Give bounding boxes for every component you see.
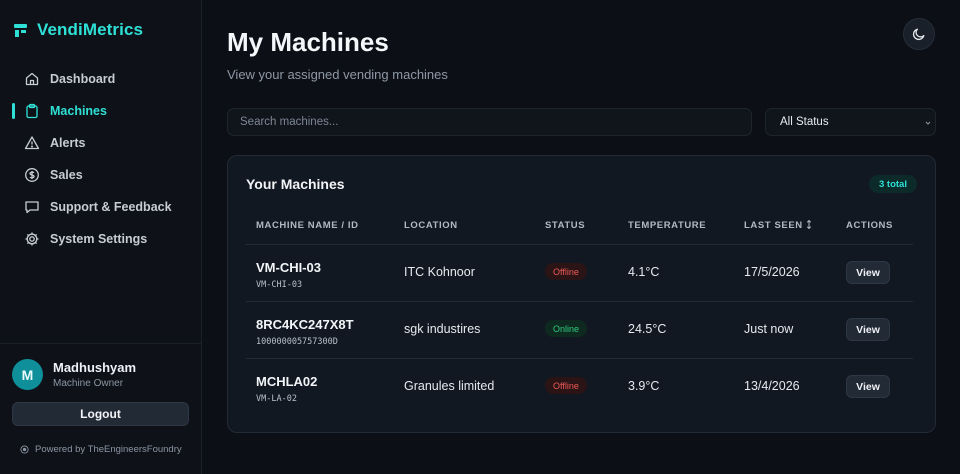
sidebar: VendiMetrics Dashboard Machines Alerts S… <box>0 0 202 474</box>
machine-name-cell: VM-CHI-03 VM-CHI-03 <box>256 260 321 290</box>
machine-name-cell: 8RC4KC247X8T 100000005757300D <box>256 317 354 347</box>
sidebar-item-label: Sales <box>50 168 83 182</box>
user-profile: M Madhushyam Machine Owner <box>12 359 136 390</box>
brand[interactable]: VendiMetrics <box>14 20 143 40</box>
machine-id: 100000005757300D <box>256 337 338 347</box>
message-icon <box>25 201 39 214</box>
machine-last-seen: 13/4/2026 <box>744 379 800 393</box>
total-badge: 3 total <box>869 175 917 193</box>
powered-by: Powered by TheEngineersFoundry <box>20 444 182 455</box>
machine-temperature: 24.5°C <box>628 322 667 336</box>
card-title: Your Machines <box>246 176 345 192</box>
machine-temperature: 3.9°C <box>628 379 660 393</box>
logout-button[interactable]: Logout <box>12 402 189 426</box>
sidebar-nav: Dashboard Machines Alerts Sales Support … <box>0 63 202 255</box>
user-role: Machine Owner <box>53 378 124 389</box>
gear-icon <box>25 232 39 246</box>
sidebar-item-dashboard[interactable]: Dashboard <box>0 63 202 95</box>
sidebar-item-label: Support & Feedback <box>50 200 172 214</box>
column-header-last-seen-label: LAST SEEN <box>744 220 803 231</box>
column-header-location[interactable]: LOCATION <box>404 220 458 231</box>
machine-last-seen: 17/5/2026 <box>744 265 800 279</box>
sidebar-item-system-settings[interactable]: System Settings <box>0 223 202 255</box>
machine-temperature: 4.1°C <box>628 265 660 279</box>
machine-id: VM-LA-02 <box>256 394 297 404</box>
table-row: MCHLA02 VM-LA-02 Granules limited Offlin… <box>228 359 937 415</box>
sidebar-item-alerts[interactable]: Alerts <box>0 127 202 159</box>
sidebar-item-support[interactable]: Support & Feedback <box>0 191 202 223</box>
sidebar-item-label: System Settings <box>50 232 148 246</box>
machine-id: VM-CHI-03 <box>256 280 303 290</box>
machine-name: MCHLA02 <box>256 374 318 389</box>
page-title: My Machines <box>227 27 389 57</box>
sidebar-item-label: Machines <box>50 104 107 118</box>
machine-last-seen: Just now <box>744 322 794 336</box>
table-row: VM-CHI-03 VM-CHI-03 ITC Kohnoor Offline … <box>228 245 937 301</box>
column-header-actions: ACTIONS <box>846 220 893 231</box>
sidebar-item-machines[interactable]: Machines <box>0 95 202 127</box>
table-row: 8RC4KC247X8T 100000005757300D sgk indust… <box>228 302 937 358</box>
search-input[interactable] <box>227 108 752 136</box>
view-button[interactable]: View <box>846 261 890 284</box>
machine-location: ITC Kohnoor <box>404 265 475 279</box>
powered-by-text: Powered by TheEngineersFoundry <box>35 444 182 455</box>
column-header-status[interactable]: STATUS <box>545 220 585 231</box>
brand-name: VendiMetrics <box>37 20 144 39</box>
theme-toggle-button[interactable] <box>903 18 935 50</box>
dollar-circle-icon <box>25 168 39 182</box>
status-badge: Offline <box>545 377 587 394</box>
status-badge: Offline <box>545 263 587 280</box>
sort-icon <box>806 220 811 229</box>
chevron-down-icon <box>925 121 931 125</box>
sidebar-item-label: Dashboard <box>50 72 116 86</box>
machine-name: 8RC4KC247X8T <box>256 317 354 332</box>
status-filter-value: All Status <box>780 116 829 128</box>
status-badge: Online <box>545 320 588 337</box>
column-header-last-seen[interactable]: LAST SEEN <box>744 220 812 231</box>
view-button[interactable]: View <box>846 375 890 398</box>
machine-location: Granules limited <box>404 379 495 393</box>
view-button[interactable]: View <box>846 318 890 341</box>
home-icon <box>25 72 39 86</box>
circle-dot-icon <box>20 445 29 454</box>
machines-card: Your Machines 3 total MACHINE NAME / ID … <box>227 155 936 433</box>
column-header-name[interactable]: MACHINE NAME / ID <box>256 220 359 231</box>
sidebar-item-sales[interactable]: Sales <box>0 159 202 191</box>
store-icon <box>14 23 27 37</box>
divider <box>0 343 202 344</box>
sidebar-item-label: Alerts <box>50 136 86 150</box>
status-filter-select[interactable]: All Status <box>765 108 936 136</box>
clipboard-icon <box>26 103 38 119</box>
machine-location: sgk industires <box>404 322 481 336</box>
alert-triangle-icon <box>24 136 40 150</box>
page-subtitle: View your assigned vending machines <box>227 67 448 82</box>
moon-icon <box>912 28 925 41</box>
avatar: M <box>12 359 43 390</box>
column-header-temperature[interactable]: TEMPERATURE <box>628 220 706 231</box>
machine-name-cell: MCHLA02 VM-LA-02 <box>256 374 317 404</box>
user-name: Madhushyam <box>53 360 137 375</box>
machine-name: VM-CHI-03 <box>256 260 322 275</box>
